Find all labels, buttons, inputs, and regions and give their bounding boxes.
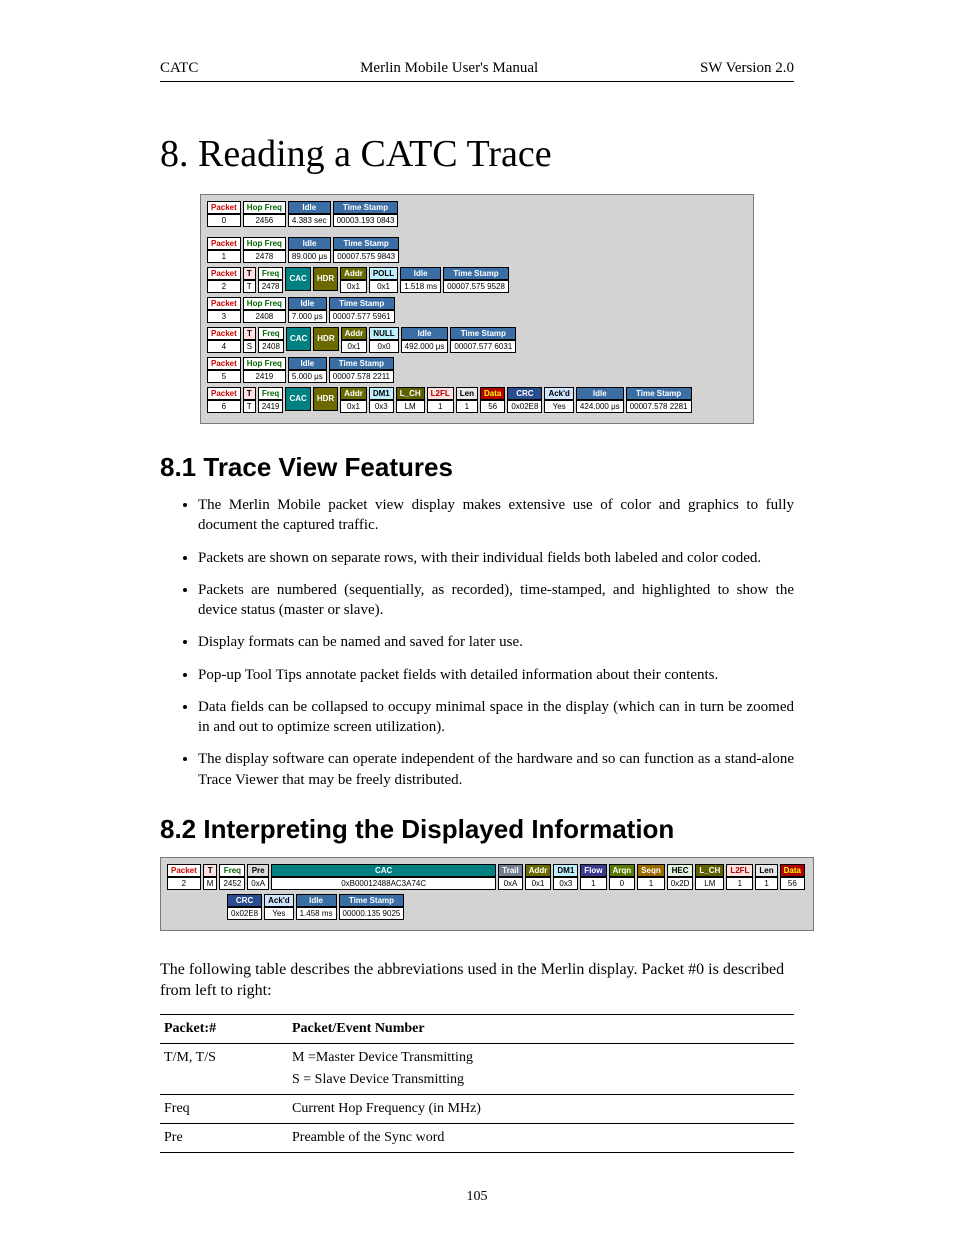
table-row: Pre Preamble of the Sync word bbox=[160, 1123, 794, 1152]
ts-val: 00003.193 0843 bbox=[333, 214, 399, 227]
list-item: Packets are numbered (sequentially, as r… bbox=[198, 580, 794, 621]
page-header: CATC Merlin Mobile User's Manual SW Vers… bbox=[160, 60, 794, 82]
header-center: Merlin Mobile User's Manual bbox=[360, 60, 538, 77]
page-number: 105 bbox=[0, 1189, 954, 1205]
packet-label: Packet bbox=[207, 201, 241, 214]
abbrev-val: M =Master Device Transmitting S = Slave … bbox=[288, 1043, 794, 1094]
header-right: SW Version 2.0 bbox=[700, 60, 794, 77]
idle-val: 4.383 sec bbox=[288, 214, 331, 227]
header-left: CATC bbox=[160, 60, 198, 77]
abbrev-header-key: Packet:# bbox=[160, 1014, 288, 1043]
list-item: Packets are shown on separate rows, with… bbox=[198, 548, 794, 568]
abbrev-key: Freq bbox=[160, 1094, 288, 1123]
ts-label: Time Stamp bbox=[333, 201, 399, 214]
section-8.2-para: The following table describes the abbrev… bbox=[160, 959, 794, 1002]
trace-figure-2: Packet2 TM Freq2452 Pre0xA CAC0xB0001248… bbox=[160, 857, 814, 931]
list-item: Display formats can be named and saved f… bbox=[198, 632, 794, 652]
idle-label: Idle bbox=[288, 201, 331, 214]
feature-list: The Merlin Mobile packet view display ma… bbox=[198, 495, 794, 790]
abbrev-header-val: Packet/Event Number bbox=[288, 1014, 794, 1043]
abbrev-table: Packet:# Packet/Event Number T/M, T/S M … bbox=[160, 1014, 794, 1153]
hop-val: 2456 bbox=[243, 214, 286, 227]
list-item: The Merlin Mobile packet view display ma… bbox=[198, 495, 794, 536]
section-8.1-heading: 8.1 Trace View Features bbox=[160, 452, 794, 483]
hopfreq-label: Hop Freq bbox=[243, 201, 286, 214]
trace-figure-1: Packet0 Hop Freq2456 Idle4.383 sec Time … bbox=[200, 194, 754, 424]
list-item: The display software can operate indepen… bbox=[198, 749, 794, 790]
list-item: Data fields can be collapsed to occupy m… bbox=[198, 697, 794, 738]
abbrev-key: Pre bbox=[160, 1123, 288, 1152]
table-row: T/M, T/S M =Master Device Transmitting S… bbox=[160, 1043, 794, 1094]
abbrev-val: Preamble of the Sync word bbox=[288, 1123, 794, 1152]
abbrev-key: T/M, T/S bbox=[160, 1043, 288, 1094]
abbrev-val: Current Hop Frequency (in MHz) bbox=[288, 1094, 794, 1123]
section-8.2-heading: 8.2 Interpreting the Displayed Informati… bbox=[160, 814, 794, 845]
table-row: Freq Current Hop Frequency (in MHz) bbox=[160, 1094, 794, 1123]
list-item: Pop-up Tool Tips annotate packet fields … bbox=[198, 665, 794, 685]
packet-num: 0 bbox=[207, 214, 241, 227]
chapter-title: 8. Reading a CATC Trace bbox=[160, 132, 794, 176]
